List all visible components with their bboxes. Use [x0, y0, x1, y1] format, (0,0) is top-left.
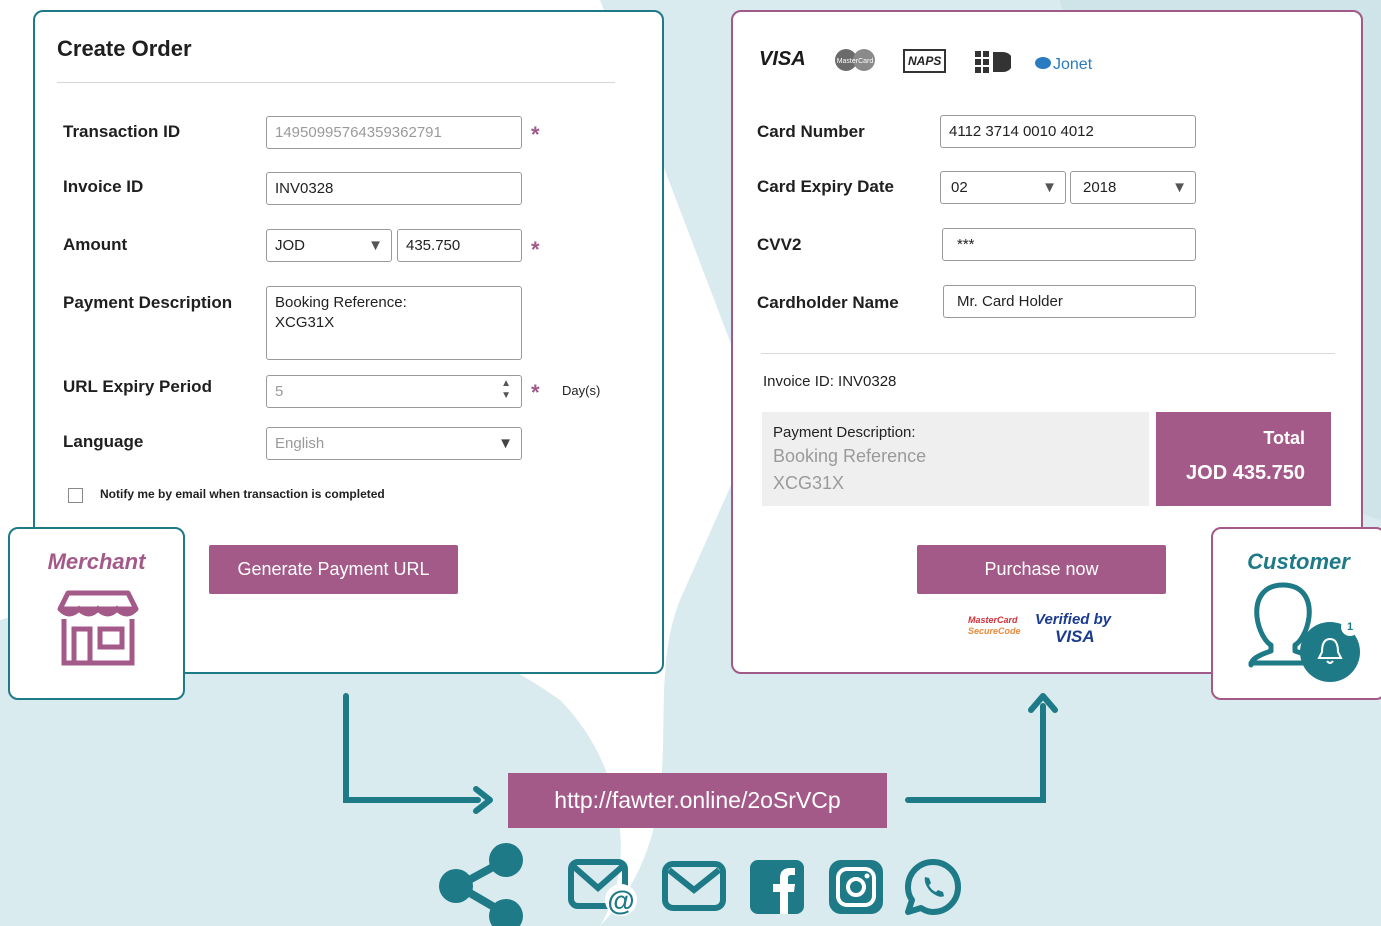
payment-description-label: Payment Description: — [773, 424, 916, 441]
whatsapp-icon[interactable] — [903, 857, 963, 917]
page-title: Create Order — [57, 36, 192, 61]
currency-value: JOD — [275, 237, 305, 254]
chevron-down-icon: ▼ — [368, 237, 383, 254]
securecode-line: MasterCard — [968, 615, 1018, 625]
required-marker: * — [531, 380, 540, 405]
language-label: Language — [63, 432, 144, 451]
title-divider — [57, 82, 615, 83]
transaction-id-field[interactable]: 14950995764359362791 — [266, 116, 522, 149]
merchant-role-card: Merchant — [8, 527, 185, 700]
currency-select[interactable]: JOD ▼ — [266, 229, 392, 262]
expiry-year-select[interactable]: 2018 ▼ — [1070, 171, 1196, 204]
mastercard-logo-icon: MasterCard — [835, 49, 875, 71]
expiry-month-select[interactable]: 02 ▼ — [940, 171, 1066, 204]
notify-label: Notify me by email when transaction is c… — [100, 487, 385, 501]
amount-label: Amount — [63, 235, 128, 254]
url-expiry-label: URL Expiry Period — [63, 377, 212, 396]
transaction-id-label: Transaction ID — [63, 122, 181, 141]
store-icon — [57, 590, 139, 666]
notify-checkbox[interactable] — [68, 488, 83, 503]
verified-by-visa-icon: Verified by VISA — [1035, 611, 1111, 645]
expiry-year-value: 2018 — [1083, 179, 1117, 196]
verified-by-line: Verified by — [1035, 611, 1112, 628]
verified-by-line: VISA — [1055, 627, 1095, 646]
language-select[interactable]: English ▼ — [266, 427, 522, 460]
cvv-field[interactable]: *** — [942, 228, 1196, 261]
stepper-arrows-icon[interactable]: ▲ ▼ — [501, 378, 511, 402]
cardholder-name-label: Cardholder Name — [757, 293, 899, 312]
card-number-label: Card Number — [757, 122, 865, 141]
total-box: Total JOD 435.750 — [1156, 412, 1331, 506]
securecode-line: SecureCode — [968, 626, 1021, 636]
mastercard-logo-text: MasterCard — [837, 58, 874, 65]
mastercard-securecode-icon: MasterCard SecureCode — [968, 615, 1021, 637]
payment-description-label: Payment Description — [63, 293, 233, 312]
amount-field[interactable]: 435.750 — [397, 229, 522, 262]
description-line: XCG31X — [275, 314, 335, 331]
jonet-logo-icon: Jonet — [1035, 56, 1092, 74]
url-expiry-value: 5 — [275, 383, 284, 400]
payment-description-box: Payment Description: Booking Reference X… — [762, 412, 1149, 506]
email-at-icon[interactable]: @ — [567, 858, 641, 918]
naps-logo-icon: NAPS — [903, 49, 947, 73]
required-marker: * — [531, 237, 540, 262]
description-line: Booking Reference: — [275, 294, 407, 311]
mail-icon[interactable] — [661, 860, 727, 912]
notification-bell-button[interactable]: 1 — [1300, 618, 1360, 682]
visa-logo-icon: VISA — [759, 48, 806, 70]
jonet-logo-text: Jonet — [1053, 56, 1093, 73]
payment-url-link[interactable]: http://fawter.online/2oSrVCp — [508, 773, 887, 828]
instagram-icon[interactable] — [829, 860, 883, 914]
invoice-id-label: Invoice ID — [63, 177, 144, 196]
cvv-label: CVV2 — [757, 235, 802, 254]
payment-description-textarea[interactable]: Booking Reference: XCG31X — [266, 286, 522, 360]
payment-description-line: Booking Reference — [773, 446, 927, 466]
merchant-role-label: Merchant — [47, 549, 146, 574]
share-icon[interactable] — [436, 840, 526, 926]
card-expiry-label: Card Expiry Date — [757, 177, 894, 196]
chevron-down-icon: ▼ — [1042, 179, 1057, 196]
required-marker: * — [531, 122, 540, 147]
chevron-down-icon: ▼ — [1172, 179, 1187, 196]
bell-icon — [1317, 637, 1343, 664]
url-expiry-stepper[interactable]: 5 ▲ ▼ — [266, 375, 522, 408]
total-amount: JOD 435.750 — [1186, 462, 1305, 484]
chevron-down-icon: ▼ — [498, 435, 513, 452]
invoice-id-summary: Invoice ID: INV0328 — [763, 373, 897, 390]
cardholder-name-field[interactable]: Mr. Card Holder — [943, 285, 1196, 318]
notification-count-badge: 1 — [1341, 618, 1359, 636]
generate-payment-url-button[interactable]: Generate Payment URL — [209, 545, 458, 594]
facebook-icon[interactable] — [750, 860, 804, 914]
customer-role-label: Customer — [1247, 549, 1350, 574]
language-value: English — [275, 435, 325, 452]
network-logo-icon — [975, 51, 1011, 73]
total-label: Total — [1263, 428, 1305, 448]
payment-description-line: XCG31X — [773, 473, 845, 493]
summary-divider — [761, 353, 1335, 354]
expiry-month-value: 02 — [951, 179, 968, 196]
invoice-id-field[interactable]: INV0328 — [266, 172, 522, 205]
customer-role-card: Customer 1 — [1211, 527, 1381, 700]
url-expiry-unit: Day(s) — [562, 383, 601, 398]
svg-text:@: @ — [607, 885, 634, 916]
card-number-field[interactable]: 4112 3714 0010 4012 — [940, 115, 1196, 148]
purchase-now-button[interactable]: Purchase now — [917, 545, 1166, 594]
